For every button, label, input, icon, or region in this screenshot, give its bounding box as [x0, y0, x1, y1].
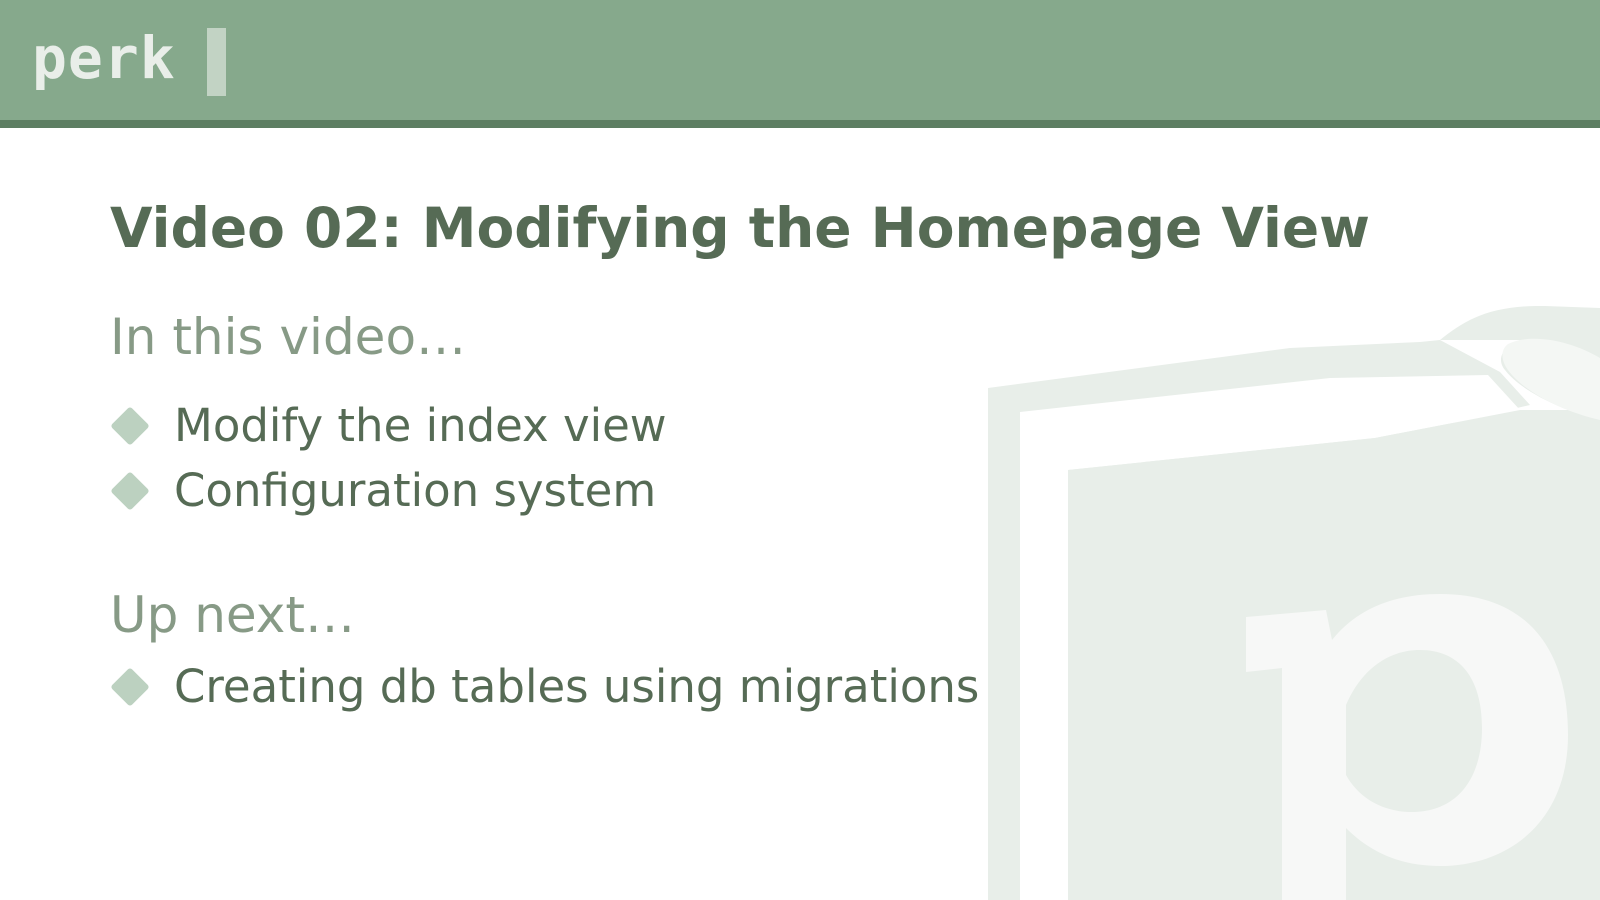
slide-title: Video 02: Modifying the Homepage View	[110, 196, 1370, 260]
header-bar: perk	[0, 0, 1600, 128]
bullet-diamond-icon	[110, 406, 150, 446]
perk-logo: perk	[32, 24, 176, 92]
list-item: Configuration system	[110, 463, 656, 519]
section-heading-in-this-video: In this video…	[110, 308, 467, 366]
list-item: Modify the index view	[110, 398, 667, 454]
bullet-diamond-icon	[110, 471, 150, 511]
section-heading-up-next: Up next…	[110, 586, 355, 644]
list-item: Creating db tables using migrations	[110, 659, 979, 715]
logo-cursor-block	[207, 28, 226, 96]
list-item-text: Creating db tables using migrations	[174, 660, 980, 713]
list-item-text: Configuration system	[174, 464, 657, 517]
bullet-diamond-icon	[110, 667, 150, 707]
list-item-text: Modify the index view	[174, 399, 667, 452]
